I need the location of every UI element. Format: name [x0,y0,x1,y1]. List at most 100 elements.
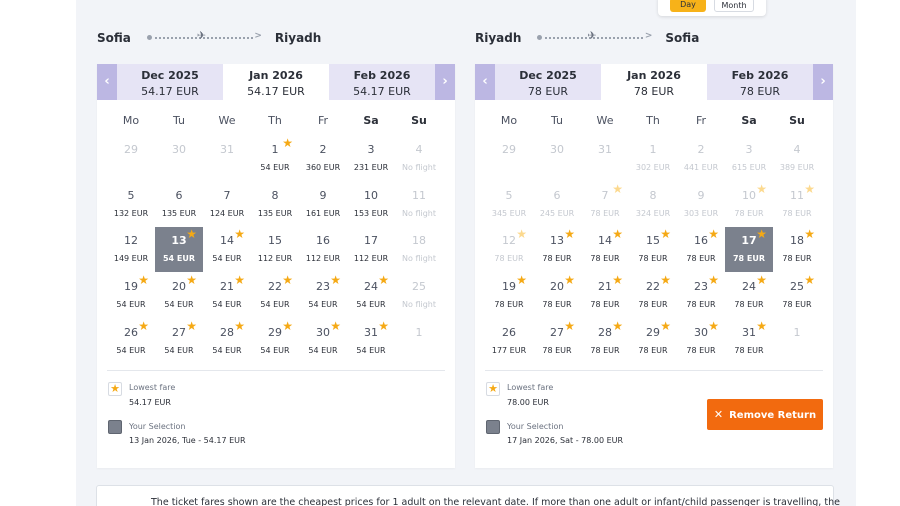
day-cell[interactable]: 14 78 EUR ★ [581,227,629,272]
lowest-fare-star-icon: ★ [186,319,197,333]
lowest-fare-star-icon: ★ [282,273,293,287]
day-cell[interactable]: 1 54 EUR ★ [251,136,299,181]
day-cell[interactable]: 5 132 EUR [107,182,155,227]
day-cell[interactable]: 23 78 EUR ★ [677,273,725,318]
selection-value: 13 Jan 2026, Tue - 54.17 EUR [129,436,246,445]
day-cell: 11 78 EUR ★ [773,182,821,227]
day-cell[interactable]: 3 231 EUR [347,136,395,181]
day-number: 3 [745,143,753,156]
day-cell[interactable]: 31 54 EUR ★ [347,319,395,364]
day-cell[interactable]: 16 78 EUR ★ [677,227,725,272]
lowest-fare-star-icon: ★ [282,136,293,150]
day-number: 30 [172,143,186,156]
day-number: 6 [553,189,561,202]
day-cell: 25 No flight [395,273,443,318]
lowest-fare-star-icon: ★ [708,273,719,287]
lowest-fare-star-icon: ★ [516,227,527,241]
day-view-button[interactable]: Day [670,0,706,12]
remove-return-button[interactable]: ✕ Remove Return [707,399,823,430]
day-price: 112 EUR [257,254,293,263]
day-price: 360 EUR [305,163,341,172]
next-month-button[interactable]: › [435,64,455,100]
weekday-header: We [218,114,236,127]
day-cell[interactable]: 24 54 EUR ★ [347,273,395,318]
prev-month-button[interactable]: ‹ [475,64,495,100]
lowest-fare-star-icon: ★ [804,182,815,196]
day-cell[interactable]: 15 78 EUR ★ [629,227,677,272]
day-cell[interactable]: 29 78 EUR ★ [629,319,677,364]
day-cell[interactable]: 9 161 EUR [299,182,347,227]
day-cell[interactable]: 26 177 EUR [485,319,533,364]
day-cell: 5 345 EUR [485,182,533,227]
month-tab-dec[interactable]: Dec 2025 54.17 EUR [117,64,223,100]
day-cell[interactable]: 19 78 EUR ★ [485,273,533,318]
month-view-button[interactable]: Month [714,0,754,12]
day-price: 54 EUR [116,346,146,355]
day-cell: 18 No flight [395,227,443,272]
day-price: 78 EUR [542,346,572,355]
day-cell[interactable]: 18 78 EUR ★ [773,227,821,272]
lowest-fare-star-icon: ★ [756,319,767,333]
day-cell[interactable]: 23 54 EUR ★ [299,273,347,318]
month-tab-jan[interactable]: Jan 2026 78 EUR [601,64,707,100]
day-cell[interactable]: 20 54 EUR ★ [155,273,203,318]
next-month-button[interactable]: › [813,64,833,100]
day-price: 78 EUR [638,254,668,263]
day-cell[interactable]: 21 54 EUR ★ [203,273,251,318]
month-tab-dec[interactable]: Dec 2025 78 EUR [495,64,601,100]
lowest-fare-star-icon: ★ [234,319,245,333]
day-cell[interactable]: 29 54 EUR ★ [251,319,299,364]
day-cell[interactable]: 30 78 EUR ★ [677,319,725,364]
day-cell[interactable]: 16 112 EUR [299,227,347,272]
day-cell[interactable]: 6 135 EUR [155,182,203,227]
day-cell[interactable]: 21 78 EUR ★ [581,273,629,318]
day-price: 177 EUR [491,346,527,355]
lowest-fare-star-icon: ★ [756,273,767,287]
day-cell[interactable]: 26 54 EUR ★ [107,319,155,364]
month-tab-jan[interactable]: Jan 2026 54.17 EUR [223,64,329,100]
day-cell[interactable]: 27 54 EUR ★ [155,319,203,364]
day-cell[interactable]: 7 124 EUR [203,182,251,227]
day-cell[interactable]: 17 112 EUR [347,227,395,272]
lowest-fare-star-icon: ★ [708,227,719,241]
day-cell[interactable]: 28 78 EUR ★ [581,319,629,364]
day-cell[interactable]: 31 78 EUR ★ [725,319,773,364]
lowest-fare-star-icon: ★ [804,227,815,241]
return-route: Riyadh ✈ > Sofia [475,29,699,46]
day-number: 31 [220,143,234,156]
day-number: 11 [412,189,426,202]
day-cell-selected[interactable]: 13 54 EUR ★ [155,227,203,272]
day-price: 78 EUR [782,209,812,218]
day-price: 78 EUR [590,209,620,218]
day-cell-selected[interactable]: 17 78 EUR ★ [725,227,773,272]
view-toggle: Day Month [658,0,766,16]
day-number: 29 [502,143,516,156]
day-cell[interactable]: 12 149 EUR [107,227,155,272]
day-cell[interactable]: 13 78 EUR ★ [533,227,581,272]
month-tab-feb[interactable]: Feb 2026 54.17 EUR [329,64,435,100]
day-cell[interactable]: 24 78 EUR ★ [725,273,773,318]
prev-month-button[interactable]: ‹ [97,64,117,100]
month-tab-feb[interactable]: Feb 2026 78 EUR [707,64,813,100]
day-cell[interactable]: 28 54 EUR ★ [203,319,251,364]
day-cell[interactable]: 10 153 EUR [347,182,395,227]
day-cell[interactable]: 2 360 EUR [299,136,347,181]
day-cell[interactable]: 22 54 EUR ★ [251,273,299,318]
day-cell[interactable]: 27 78 EUR ★ [533,319,581,364]
day-cell[interactable]: 20 78 EUR ★ [533,273,581,318]
lowest-fare-star-icon: ★ [756,227,767,241]
day-cell[interactable]: 15 112 EUR [251,227,299,272]
day-price: 302 EUR [635,163,671,172]
day-cell[interactable]: 14 54 EUR ★ [203,227,251,272]
lowest-fare-value: 78.00 EUR [507,398,549,407]
day-cell[interactable]: 30 54 EUR ★ [299,319,347,364]
day-cell[interactable]: 25 78 EUR ★ [773,273,821,318]
weekday-header: Fr [695,114,707,127]
day-cell[interactable]: 19 54 EUR ★ [107,273,155,318]
lowest-fare-star-icon: ★ [138,319,149,333]
day-number: 15 [268,234,282,247]
selection-label: Your Selection [129,422,186,431]
lowest-fare-star-icon: ★ [564,227,575,241]
day-cell[interactable]: 8 135 EUR [251,182,299,227]
day-cell[interactable]: 22 78 EUR ★ [629,273,677,318]
